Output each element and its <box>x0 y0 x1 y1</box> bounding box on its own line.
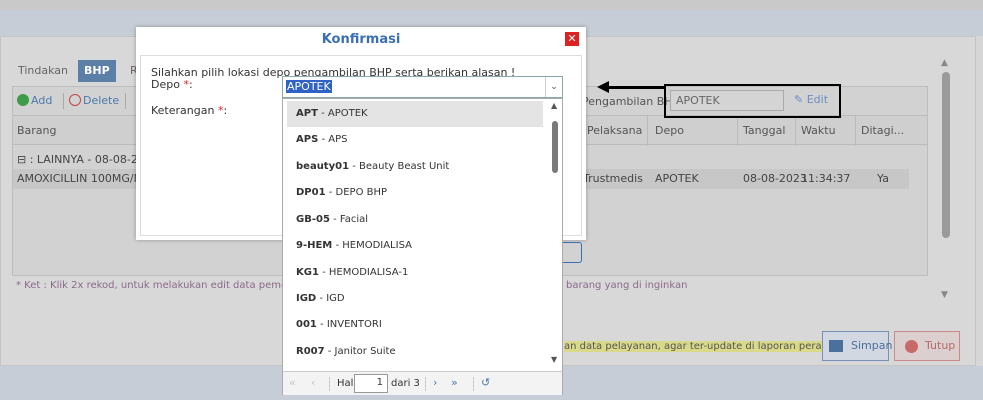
tab-bhp[interactable]: BHP <box>78 60 116 82</box>
pager-divider <box>473 377 474 391</box>
close-icon[interactable]: ✕ <box>565 32 579 46</box>
page-number-input[interactable]: 1 <box>354 374 388 393</box>
cell-depo: APOTEK <box>655 172 699 185</box>
list-item[interactable]: 001 - INVENTORI <box>287 312 543 338</box>
ket-note-right: barang yang di inginkan <box>566 280 688 291</box>
keterangan-label: Keterangan *: <box>151 104 228 117</box>
page-count: dari 3 <box>391 378 420 389</box>
list-item[interactable]: 9-HEM - HEMODIALISA <box>287 233 543 259</box>
annotation-arrow-line <box>604 86 664 89</box>
toolbar-divider <box>125 93 126 109</box>
collapse-icon[interactable]: ⊟ <box>17 153 30 166</box>
save-icon <box>829 340 843 352</box>
col-barang[interactable]: Barang <box>17 124 57 137</box>
cell-barang: AMOXICILLIN 100MG/ML <box>17 172 150 185</box>
close-circle-icon <box>905 340 918 353</box>
dropdown-options: APT - APOTEK APS - APS beauty01 - Beauty… <box>283 99 545 369</box>
scroll-up-icon[interactable]: ▲ <box>941 58 948 68</box>
tutup-button[interactable]: Tutup <box>894 331 960 361</box>
col-pelaksana[interactable]: Pelaksana <box>587 124 642 137</box>
toolbar-divider <box>63 93 64 109</box>
list-item[interactable]: IGD - IGD <box>287 286 543 312</box>
col-ditagih[interactable]: Ditagi... <box>861 124 904 137</box>
list-item[interactable]: GB-05 - Facial <box>287 207 543 233</box>
list-item[interactable]: APT - APOTEK <box>287 101 543 127</box>
panel-scrollbar[interactable]: ▲ ▼ <box>938 58 954 302</box>
list-item[interactable]: R007 - Janitor Suite <box>287 339 543 365</box>
dialog-button[interactable] <box>563 242 582 263</box>
last-page-icon[interactable]: » <box>451 376 458 389</box>
prev-page-icon[interactable]: ‹ <box>311 376 315 389</box>
depo-dropdown-list: APT - APOTEK APS - APS beauty01 - Beauty… <box>282 98 563 395</box>
scroll-up-icon[interactable]: ▲ <box>551 101 557 110</box>
save-note: an data pelayanan, agar ter-update di la… <box>564 341 856 352</box>
depo-select[interactable]: APOTEK ⌄ <box>282 76 563 98</box>
scroll-down-icon[interactable]: ▼ <box>941 290 948 300</box>
ket-note: * Ket : Klik 2x rekod, untuk melakukan e… <box>16 280 324 291</box>
depo-select-value: APOTEK <box>286 80 332 93</box>
cell-pelaksana: Trustmedis <box>583 172 643 185</box>
annotation-highlight-box <box>664 84 841 118</box>
pager-divider <box>425 377 426 391</box>
scrollbar-thumb[interactable] <box>942 72 950 238</box>
cell-ditagih: Ya <box>877 172 889 185</box>
col-depo[interactable]: Depo <box>655 124 684 137</box>
add-icon <box>17 94 29 106</box>
list-item[interactable]: DP01 - DEPO BHP <box>287 180 543 206</box>
annotation-arrow-icon <box>597 81 609 93</box>
scrollbar-thumb[interactable] <box>552 121 558 173</box>
delete-icon <box>69 94 81 106</box>
chevron-down-icon[interactable]: ⌄ <box>545 77 562 97</box>
col-divider <box>647 116 648 146</box>
first-page-icon[interactable]: « <box>289 376 296 389</box>
scroll-down-icon[interactable]: ▼ <box>551 355 557 364</box>
add-button[interactable]: Add <box>17 93 52 109</box>
cell-waktu: 11:34:37 <box>801 172 851 185</box>
list-item[interactable]: KG1 - HEMODIALISA-1 <box>287 260 543 286</box>
list-item[interactable]: APS - APS <box>287 127 543 153</box>
cell-tanggal: 08-08-2023 <box>743 172 807 185</box>
dropdown-pager: « ‹ Hal 1 dari 3 › » ↺ <box>283 371 562 395</box>
app-topbar <box>0 0 983 10</box>
depo-label: Depo *: <box>151 78 193 91</box>
simpan-button[interactable]: Simpan <box>822 331 892 361</box>
col-divider <box>737 116 738 146</box>
col-waktu[interactable]: Waktu <box>801 124 836 137</box>
dialog-title: Konfirmasi <box>321 32 401 47</box>
refresh-icon[interactable]: ↺ <box>481 376 490 389</box>
tab-tindakan[interactable]: Tindakan <box>12 60 74 82</box>
pager-divider <box>329 377 330 391</box>
page-label: Hal <box>337 378 354 389</box>
dropdown-scrollbar[interactable]: ▲ ▼ <box>547 99 563 369</box>
col-tanggal[interactable]: Tanggal <box>743 124 785 137</box>
list-item[interactable]: beauty01 - Beauty Beast Unit <box>287 154 543 180</box>
delete-button[interactable]: Delete <box>69 93 119 109</box>
col-divider <box>855 116 856 146</box>
col-divider <box>795 116 796 146</box>
next-page-icon[interactable]: › <box>433 376 437 389</box>
